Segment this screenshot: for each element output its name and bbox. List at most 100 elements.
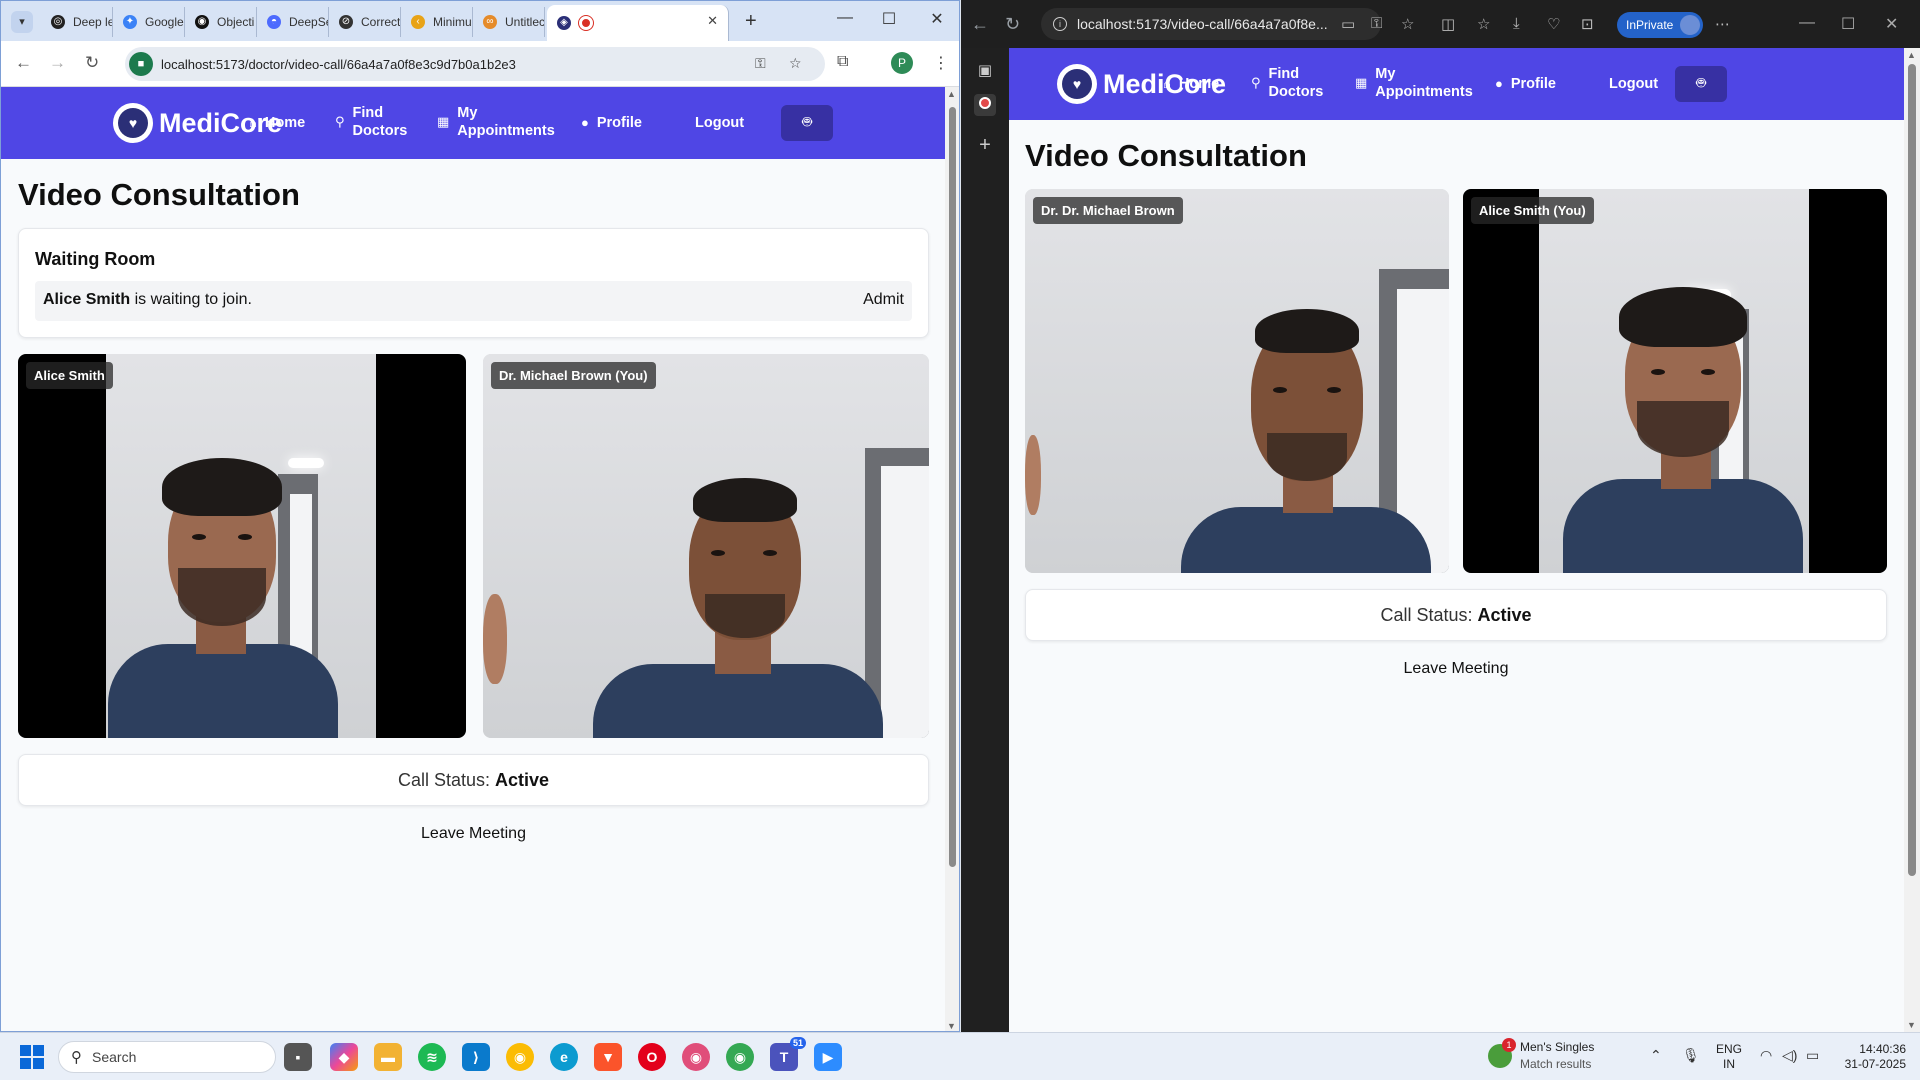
- extensions-icon[interactable]: ⧉: [837, 53, 848, 71]
- vscode-icon[interactable]: ⟩: [462, 1043, 490, 1071]
- chrome-active-icon[interactable]: ◉: [726, 1043, 754, 1071]
- edge-icon[interactable]: e: [550, 1043, 578, 1071]
- nav-logout[interactable]: Logout: [1609, 75, 1658, 93]
- url-text[interactable]: localhost:5173/video-call/66a4a7a0f8e...: [1077, 16, 1328, 32]
- camera-icon[interactable]: ▭: [1341, 15, 1355, 33]
- chrome-window: ▾ ◎ Deep le ✦ Google ◉ Objecti ◓ DeepSe ⊘ Cor…: [0, 0, 960, 1032]
- tab-1[interactable]: ✦ Google: [113, 7, 185, 37]
- waiting-patient-name: Alice Smith: [43, 291, 131, 308]
- back-arrow-icon[interactable]: ←: [15, 53, 32, 73]
- favorite-star-icon[interactable]: ☆: [1401, 15, 1414, 33]
- tab-2[interactable]: ◉ Objecti: [185, 7, 257, 37]
- nav-find-doctors[interactable]: ⚲ Find Doctors: [1251, 65, 1323, 101]
- remote-participant-label: Alice Smith: [26, 362, 113, 389]
- system-clock[interactable]: 14:40:36 31-07-2025: [1836, 1042, 1906, 1072]
- brave-icon[interactable]: ▼: [594, 1043, 622, 1071]
- remote-video-tile: Alice Smith: [18, 354, 466, 738]
- call-status-value: Active: [1477, 605, 1532, 625]
- tab-3[interactable]: ◓ DeepSe: [257, 7, 329, 37]
- tab-6[interactable]: ∞ Untitlec: [473, 7, 545, 37]
- start-button[interactable]: [20, 1045, 44, 1069]
- address-bar[interactable]: ■ localhost:5173/doctor/video-call/66a4a…: [125, 47, 825, 81]
- close-tab-icon[interactable]: ✕: [707, 13, 718, 29]
- taskbar-search[interactable]: ⚲ Search: [58, 1041, 276, 1073]
- maximize-button[interactable]: ☐: [877, 9, 901, 29]
- leave-meeting-button[interactable]: Leave Meeting: [1025, 660, 1887, 678]
- minimize-button[interactable]: —: [833, 9, 857, 27]
- user-circle-icon: ●: [1495, 75, 1503, 91]
- microphone-icon[interactable]: 🎙︎: [1682, 1047, 1700, 1064]
- battery-icon[interactable]: ▭: [1806, 1047, 1819, 1064]
- key-icon[interactable]: ⚿: [755, 55, 766, 72]
- tab-active-medicore[interactable]: ◈ ✕: [547, 5, 729, 41]
- tab-0[interactable]: ◎ Deep le: [41, 7, 113, 37]
- leave-meeting-button[interactable]: Leave Meeting: [18, 825, 929, 843]
- copilot-icon[interactable]: ◆: [330, 1043, 358, 1071]
- health-icon[interactable]: ♡: [1547, 15, 1560, 33]
- medicore-logo-icon: ♥: [1057, 64, 1097, 104]
- favorites-icon[interactable]: ☆: [1477, 15, 1490, 33]
- chrome-profile-icon[interactable]: ◉: [682, 1043, 710, 1071]
- close-window-button[interactable]: ✕: [1885, 14, 1898, 34]
- admit-button[interactable]: Admit: [863, 291, 904, 309]
- back-arrow-icon[interactable]: ←: [971, 14, 989, 35]
- download-icon[interactable]: ⤓: [1513, 15, 1520, 32]
- language-indicator[interactable]: ENG IN: [1716, 1042, 1742, 1072]
- new-tab-icon[interactable]: +: [974, 134, 996, 156]
- inprivate-badge[interactable]: InPrivate: [1617, 12, 1703, 38]
- teams-icon[interactable]: T 51: [770, 1037, 806, 1071]
- profile-avatar[interactable]: P: [891, 52, 913, 74]
- nav-home[interactable]: ⌂ Home: [1163, 75, 1219, 93]
- chrome-toolbar: ← → ↻ ■ localhost:5173/doctor/video-call…: [1, 41, 959, 87]
- recording-tab-icon[interactable]: [974, 94, 996, 116]
- nav-home[interactable]: ⌂ Home: [249, 114, 305, 132]
- nav-find-doctors[interactable]: ⚲ Find Doctors: [335, 104, 407, 140]
- nav-logout[interactable]: Logout: [695, 114, 744, 132]
- info-icon[interactable]: i: [1053, 17, 1067, 31]
- nav-profile[interactable]: ● Profile: [581, 114, 642, 132]
- menu-kebab-icon[interactable]: ⋮: [933, 53, 949, 73]
- tab-actions-icon[interactable]: ▣: [974, 60, 996, 82]
- chatbot-button[interactable]: 🤖︎: [781, 105, 833, 141]
- nav-my-appointments[interactable]: ▦ My Appointments: [1355, 65, 1473, 101]
- split-screen-icon[interactable]: ◫: [1441, 15, 1455, 33]
- reload-icon[interactable]: ↻: [85, 53, 99, 73]
- nav-profile[interactable]: ● Profile: [1495, 75, 1556, 93]
- minimize-button[interactable]: —: [1799, 14, 1815, 32]
- camera-in-use-icon[interactable]: ■: [129, 52, 153, 76]
- zoom-icon[interactable]: ▶: [814, 1043, 842, 1071]
- scrollbar-thumb[interactable]: [1908, 64, 1916, 876]
- nav-my-appointments[interactable]: ▦ My Appointments: [437, 104, 555, 140]
- screenshot-icon[interactable]: ⊡: [1581, 15, 1594, 33]
- more-options-icon[interactable]: ⋯: [1715, 15, 1730, 33]
- wifi-icon[interactable]: ◠: [1760, 1047, 1772, 1064]
- forward-arrow-icon[interactable]: →: [49, 53, 66, 73]
- chrome-icon[interactable]: ◉: [506, 1043, 534, 1071]
- task-view-icon[interactable]: ▪: [284, 1043, 312, 1071]
- tab-search-button[interactable]: ▾: [11, 11, 33, 33]
- key-icon[interactable]: ⚿: [1371, 15, 1382, 32]
- tab-4[interactable]: ⊘ Correct: [329, 7, 401, 37]
- doctor-page: ♥ MediCore ⌂ Home ⚲ Find Doctors ▦ My Appoint…: [1, 87, 945, 1031]
- chatbot-button[interactable]: 🤖︎: [1675, 66, 1727, 102]
- volume-icon[interactable]: ◁): [1782, 1047, 1797, 1064]
- url-text[interactable]: localhost:5173/doctor/video-call/66a4a7a…: [161, 57, 516, 72]
- page-scrollbar[interactable]: ▲ ▼: [945, 87, 959, 1031]
- address-bar[interactable]: i localhost:5173/video-call/66a4a7a0f8e.…: [1041, 8, 1381, 40]
- page-scrollbar[interactable]: ▲ ▼: [1904, 48, 1920, 1032]
- file-explorer-icon[interactable]: ▬: [374, 1043, 402, 1071]
- new-tab-button[interactable]: +: [745, 10, 757, 33]
- close-window-button[interactable]: ✕: [925, 9, 949, 29]
- opera-icon[interactable]: O: [638, 1043, 666, 1071]
- medicore-logo-icon: ♥: [113, 103, 153, 143]
- tab-5[interactable]: ‹ Minimu: [401, 7, 473, 37]
- scrollbar-thumb[interactable]: [949, 107, 956, 867]
- bookmark-star-icon[interactable]: ☆: [789, 55, 802, 72]
- home-icon: ⌂: [249, 114, 257, 130]
- maximize-button[interactable]: ☐: [1841, 14, 1855, 34]
- reload-icon[interactable]: ↻: [1005, 14, 1020, 35]
- news-widget[interactable]: 1 Men's Singles Match results: [1488, 1038, 1594, 1071]
- chevron-up-icon[interactable]: ⌃: [1650, 1047, 1662, 1064]
- spotify-icon[interactable]: ≋: [418, 1043, 446, 1071]
- waiting-room-title: Waiting Room: [35, 249, 156, 269]
